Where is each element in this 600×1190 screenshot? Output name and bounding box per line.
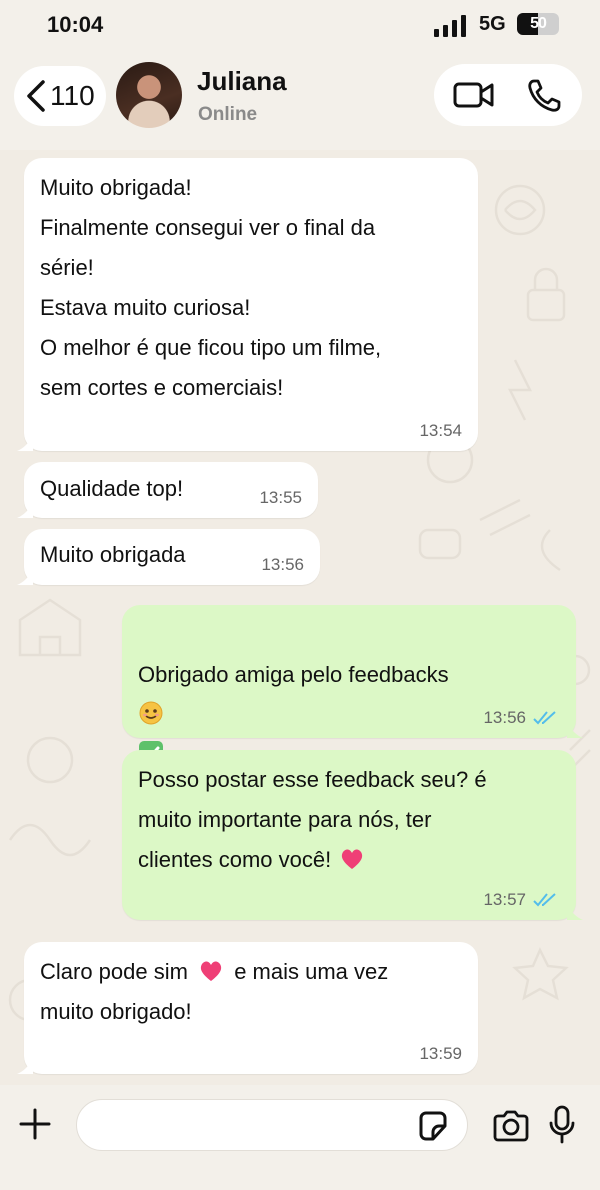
sticker-icon[interactable] — [416, 1109, 450, 1143]
pink-heart-emoji — [342, 849, 363, 869]
call-actions — [434, 64, 582, 126]
contact-avatar[interactable] — [116, 62, 182, 128]
battery-indicator: 50 — [517, 13, 559, 35]
message-time: 13:59 — [419, 1044, 462, 1063]
message-text: Posso postar esse feedback seu? é muito … — [138, 767, 487, 872]
pink-heart-emoji — [200, 961, 222, 981]
bubble-tail — [17, 1058, 33, 1074]
plus-icon[interactable] — [18, 1107, 52, 1141]
chevron-left-icon — [27, 80, 45, 112]
smiling-face-emoji — [139, 701, 163, 725]
bubble-tail — [17, 569, 33, 585]
message-time: 13:55 — [259, 488, 302, 507]
contact-status: Online — [198, 104, 258, 125]
camera-icon[interactable] — [492, 1109, 530, 1143]
unread-count: 110 — [50, 80, 95, 111]
message-bubble-incoming[interactable]: Claro pode sim e mais uma vez muito obri… — [17, 942, 478, 1074]
bubble-tail — [567, 904, 583, 920]
message-text: Claro pode sim — [40, 959, 188, 984]
video-call-icon[interactable] — [453, 80, 495, 110]
contact-name[interactable]: Juliana — [197, 66, 287, 97]
chat-header: 110 Juliana Online — [0, 52, 600, 150]
bubble-tail — [17, 435, 33, 451]
status-bar: 10:04 5G 50 — [0, 0, 600, 52]
cellular-signal-icon — [434, 15, 466, 37]
message-bubble-incoming[interactable]: Muito obrigada! Finalmente consegui ver … — [17, 158, 478, 451]
composer-bar — [0, 1085, 600, 1190]
message-time: 13:56 — [261, 555, 304, 574]
network-type: 5G — [479, 13, 506, 35]
message-bubble-outgoing[interactable]: Obrigado amiga pelo feedbacks 13:56 — [122, 605, 583, 884]
bubble-tail — [567, 722, 583, 738]
message-text: Muito obrigada! Finalmente consegui ver … — [40, 175, 382, 400]
back-button[interactable]: 110 — [14, 66, 106, 126]
phone-call-icon[interactable] — [526, 78, 562, 114]
message-text: Obrigado amiga pelo feedbacks — [138, 662, 449, 687]
message-time: 13:54 — [419, 421, 462, 440]
message-time: 13:56 — [483, 708, 526, 727]
message-time: 13:57 — [483, 890, 526, 909]
microphone-icon[interactable] — [548, 1105, 576, 1145]
message-bubble-incoming[interactable]: Muito obrigada 13:56 — [17, 529, 320, 585]
read-receipt-icon — [533, 711, 556, 725]
message-input[interactable] — [76, 1099, 468, 1151]
bubble-tail — [17, 502, 33, 518]
read-receipt-icon — [533, 893, 556, 907]
battery-level: 50 — [530, 15, 547, 32]
message-bubble-outgoing[interactable]: Posso postar esse feedback seu? é muito … — [122, 750, 583, 920]
message-bubble-incoming[interactable]: Qualidade top! 13:55 — [17, 462, 318, 518]
status-time: 10:04 — [47, 12, 104, 37]
